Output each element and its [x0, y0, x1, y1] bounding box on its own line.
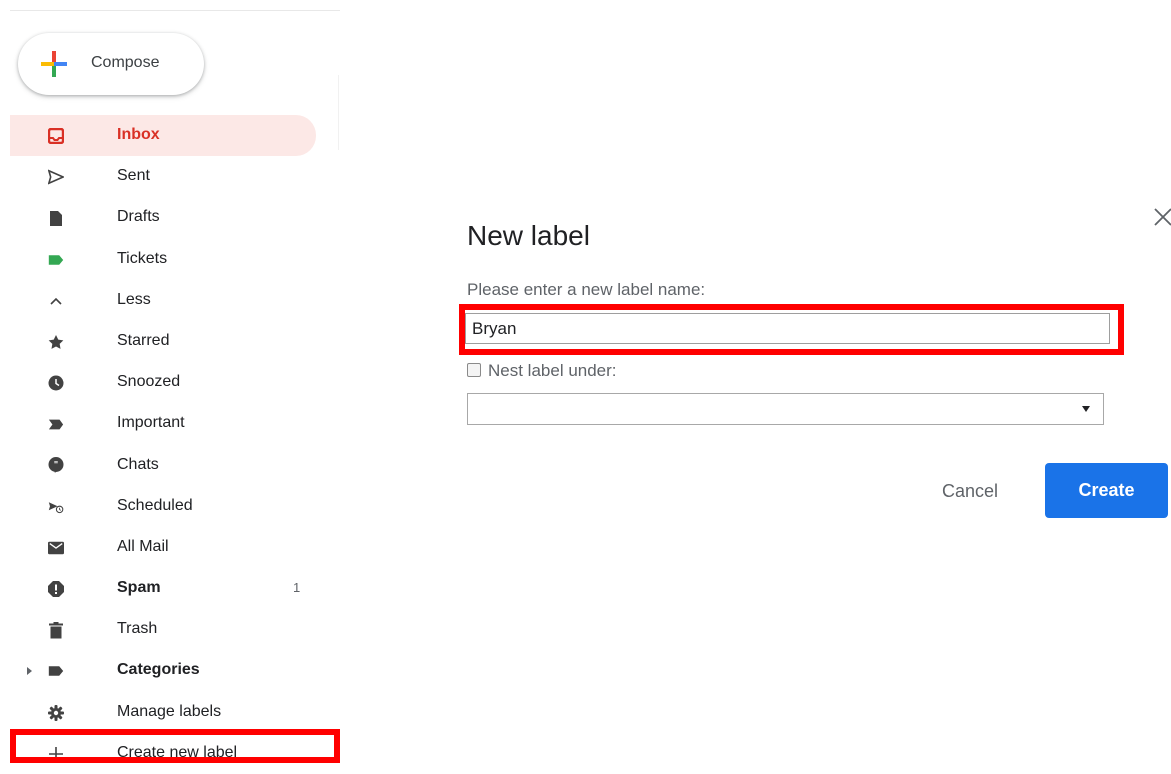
label-name-input[interactable] — [465, 313, 1110, 344]
sidebar-item-label: Drafts — [117, 208, 160, 226]
nest-label-checkbox[interactable] — [467, 363, 481, 377]
expand-arrow-icon[interactable] — [27, 667, 32, 676]
close-icon[interactable] — [1152, 206, 1171, 228]
clock-icon — [48, 375, 64, 391]
sidebar-item-drafts[interactable]: Drafts — [10, 197, 340, 238]
sidebar-item-categories[interactable]: Categories — [10, 650, 340, 691]
trash-icon — [48, 621, 64, 639]
sidebar-item-trash[interactable]: Trash — [10, 609, 340, 650]
highlight-box — [10, 729, 340, 763]
sidebar-nav: Inbox Sent Drafts Tickets Less Starred S… — [10, 115, 340, 774]
sidebar-item-manage-labels[interactable]: Manage labels — [10, 692, 340, 733]
label-name-prompt: Please enter a new label name: — [467, 280, 706, 299]
sidebar-item-all-mail[interactable]: All Mail — [10, 527, 340, 568]
dialog-title: New label — [467, 220, 590, 251]
sidebar-item-label: Snoozed — [117, 373, 181, 391]
sidebar-item-sent[interactable]: Sent — [10, 156, 340, 197]
sidebar-item-label: Tickets — [117, 249, 168, 267]
sidebar-item-label: Sent — [117, 167, 150, 185]
important-icon — [48, 416, 64, 432]
compose-button[interactable]: Compose — [18, 33, 204, 95]
sidebar-item-label: Starred — [117, 331, 170, 349]
sidebar-item-inbox[interactable]: Inbox — [10, 115, 316, 157]
inbox-icon — [48, 128, 64, 144]
sidebar-item-less[interactable]: Less — [10, 280, 340, 321]
sidebar-item-label: Spam — [117, 579, 161, 597]
divider — [10, 10, 340, 11]
sidebar-item-chats[interactable]: " Chats — [10, 445, 340, 486]
plus-icon — [41, 51, 67, 77]
sidebar-item-label: Scheduled — [117, 496, 193, 514]
sidebar-item-snoozed[interactable]: Snoozed — [10, 362, 340, 403]
unread-count: 1 — [293, 580, 301, 596]
star-icon — [48, 334, 64, 350]
compose-label: Compose — [91, 54, 160, 71]
sidebar: Compose Inbox Sent Drafts Tickets Less S… — [0, 0, 340, 763]
send-icon — [48, 169, 64, 185]
sidebar-item-label: Categories — [117, 661, 200, 679]
dropdown-arrow-icon — [1082, 406, 1090, 412]
sidebar-item-label: Less — [117, 290, 151, 308]
sidebar-item-starred[interactable]: Starred — [10, 321, 340, 362]
sidebar-item-label: Inbox — [117, 126, 160, 143]
sidebar-item-label: Trash — [117, 620, 158, 638]
scheduled-send-icon — [48, 499, 64, 515]
sidebar-item-scheduled[interactable]: Scheduled — [10, 486, 340, 527]
svg-text:": " — [54, 460, 58, 470]
mail-icon — [48, 540, 64, 556]
sidebar-item-tickets[interactable]: Tickets — [10, 239, 340, 280]
chevron-up-icon — [48, 293, 64, 309]
gear-icon — [48, 704, 64, 721]
draft-icon — [48, 210, 64, 226]
sidebar-item-spam[interactable]: Spam 1 — [10, 568, 340, 609]
chat-icon: " — [48, 457, 64, 474]
sidebar-item-label: Important — [117, 414, 185, 432]
sidebar-item-label: Chats — [117, 455, 159, 473]
parent-label-select[interactable] — [467, 393, 1104, 425]
nest-label-text: Nest label under: — [488, 361, 617, 380]
sidebar-item-label: Manage labels — [117, 702, 222, 720]
cancel-button[interactable]: Cancel — [920, 465, 1020, 517]
create-button[interactable]: Create — [1045, 463, 1168, 518]
label-icon — [48, 663, 64, 679]
label-icon — [48, 252, 64, 268]
sidebar-item-label: All Mail — [117, 537, 169, 555]
spam-icon — [48, 581, 64, 598]
sidebar-item-important[interactable]: Important — [10, 403, 340, 444]
